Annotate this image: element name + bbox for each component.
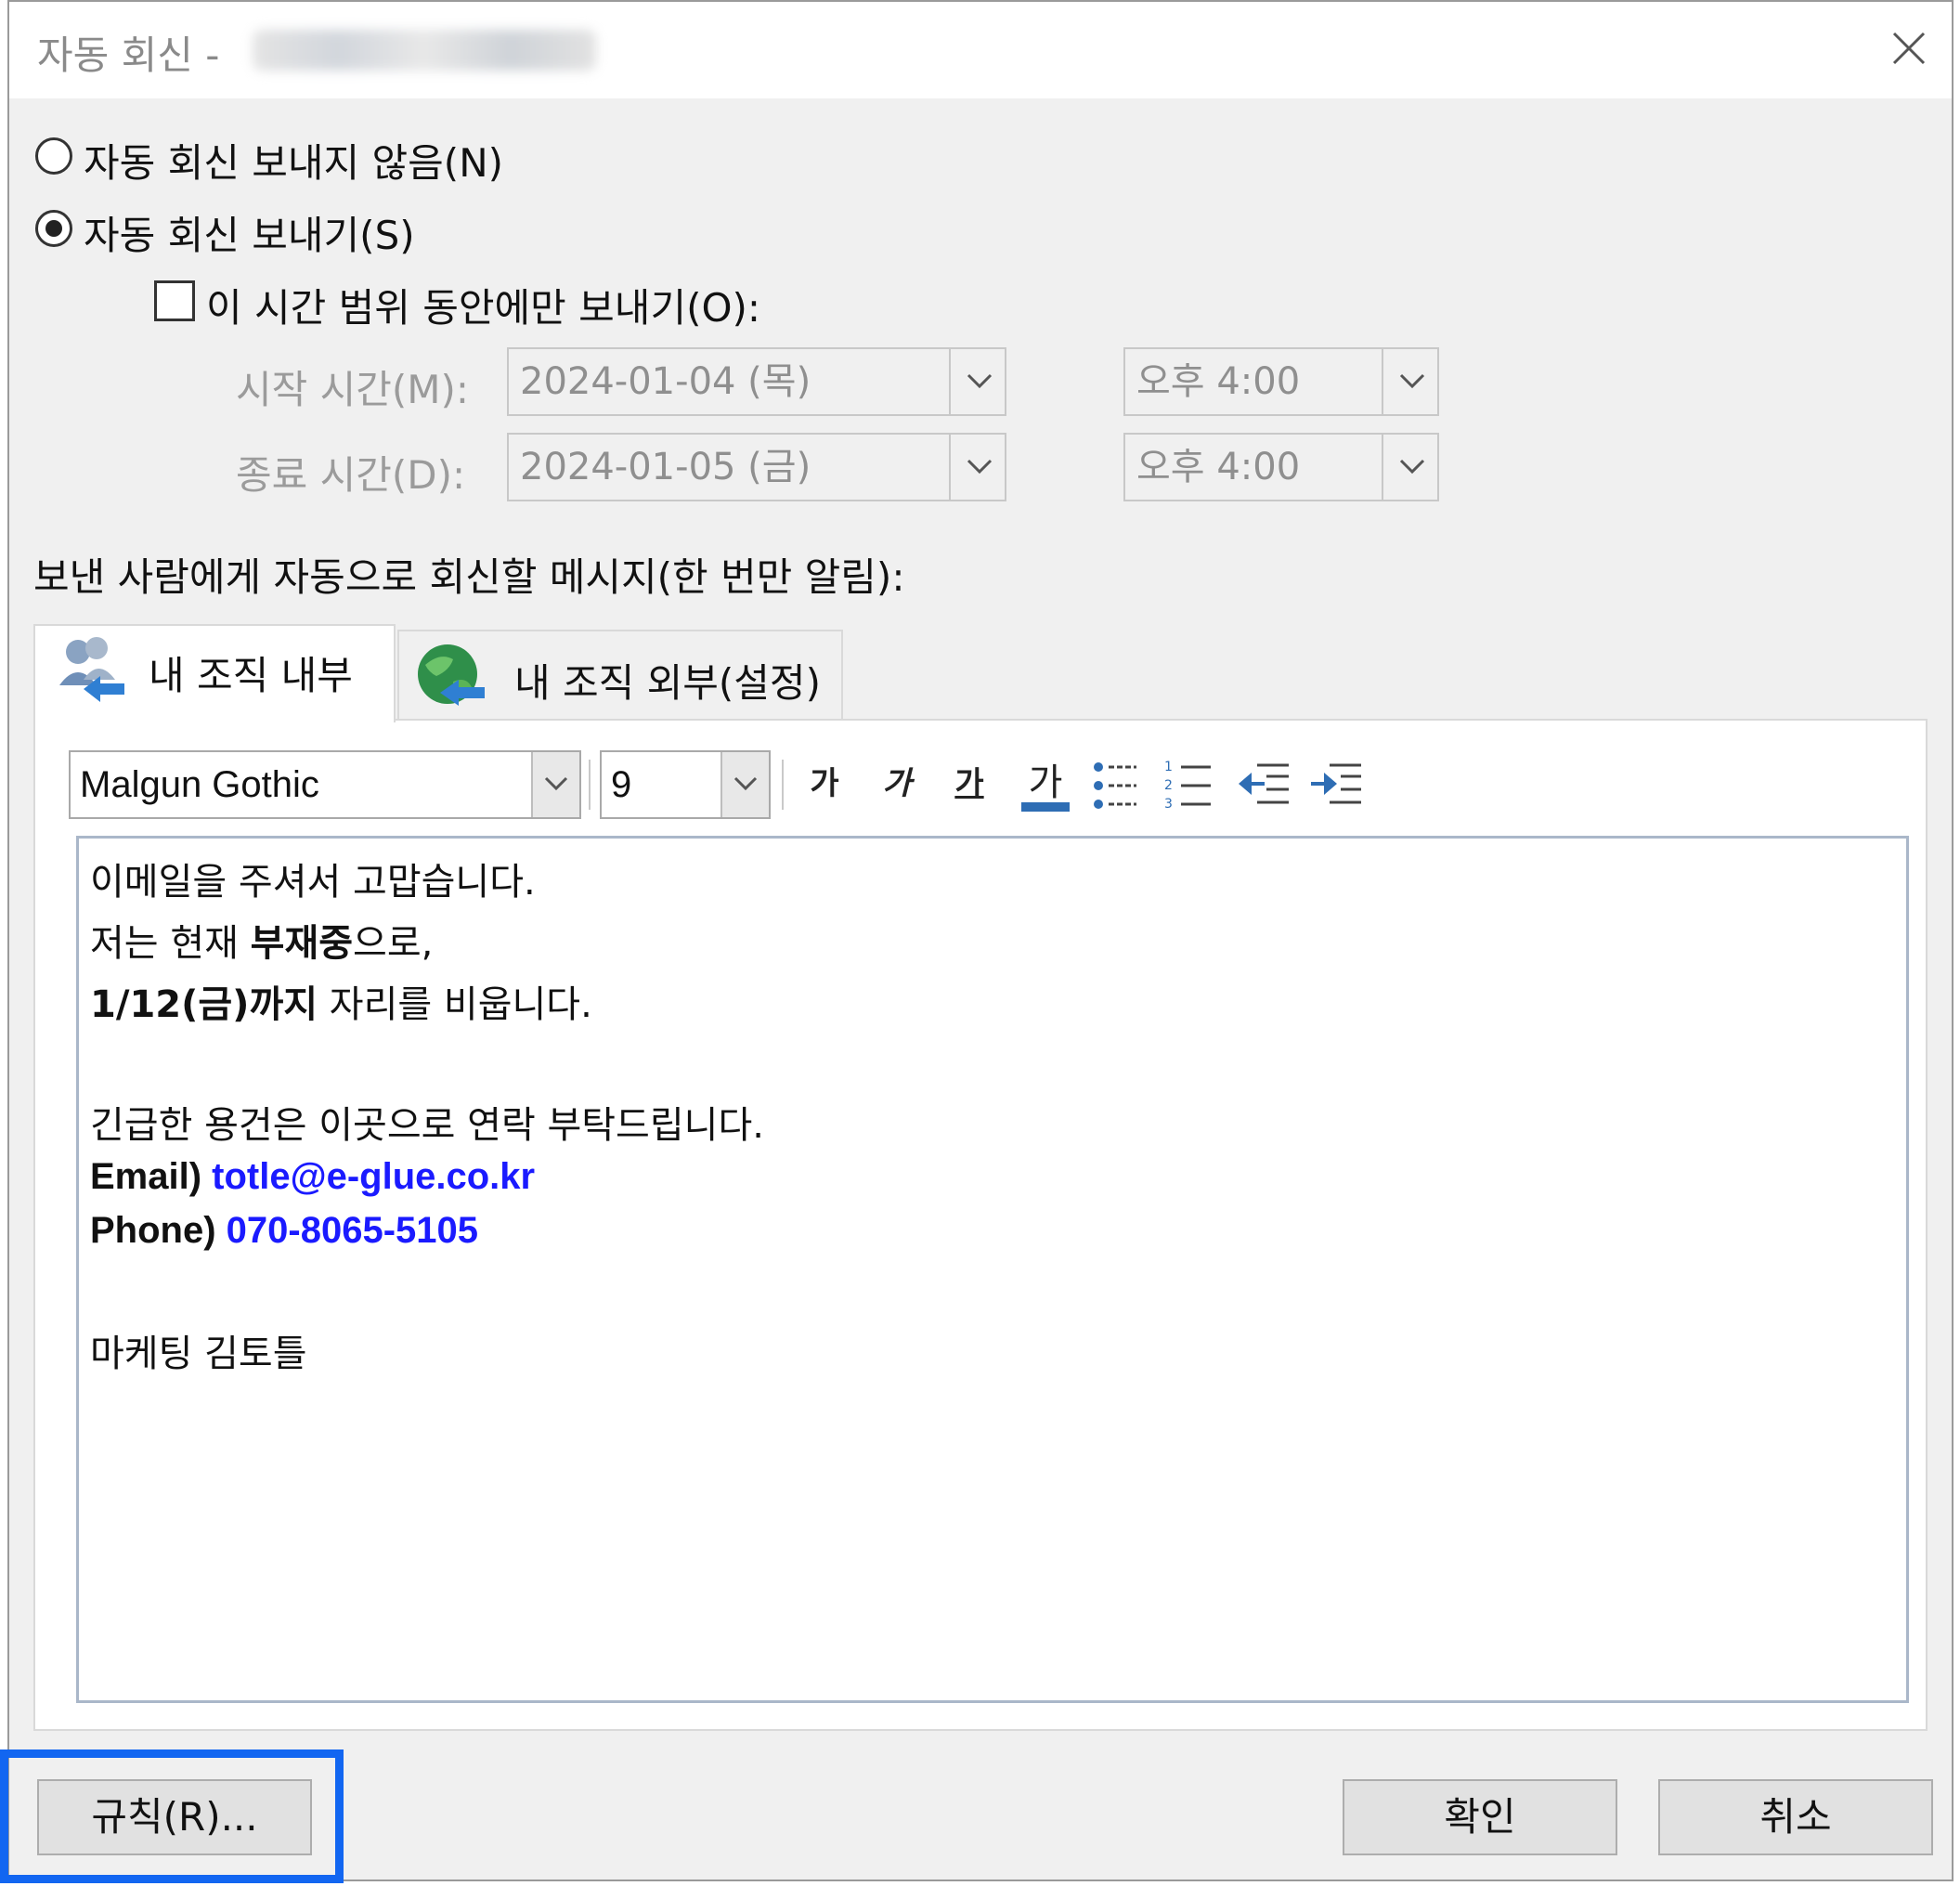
phone-link[interactable]: 070-8065-5105 [227,1210,478,1251]
message-line: 1/12(금)까지 자리를 비웁니다. [90,983,592,1026]
toolbar-separator [589,760,591,810]
message-phone-line: Phone) 070-8065-5105 [90,1210,479,1251]
cancel-button[interactable]: 취소 [1658,1779,1933,1855]
tab-inside-organization[interactable]: 내 조직 내부 [33,624,396,722]
internal-people-icon [59,637,124,702]
radio-no-auto-reply[interactable] [35,137,72,175]
svg-text:1: 1 [1164,760,1173,774]
window-title: 자동 회신 - [37,33,220,78]
chevron-down-icon [1399,459,1425,475]
font-size-value: 9 [611,764,632,805]
auto-reply-dialog: 자동 회신 - 자동 회신 보내지 않음(N) 자동 회신 보내기(S) 이 시… [7,0,1954,1881]
font-color-glyph: 가 [1028,761,1063,804]
tab-outside-label: 내 조직 외부(설정) [514,660,821,706]
font-size-dropdown[interactable] [720,752,769,817]
end-date-dropdown[interactable] [949,433,1006,501]
close-button[interactable] [1879,19,1939,78]
time-range-label[interactable]: 이 시간 범위 동안에만 보내기(O): [206,277,760,333]
message-line: 이메일을 주셔서 고맙습니다. [90,861,536,904]
chevron-down-icon [1399,373,1425,389]
font-family-dropdown[interactable] [531,752,579,817]
numbered-list-icon[interactable]: 1 2 3 [1164,758,1214,813]
radio-send-auto-reply[interactable] [35,210,72,247]
radio-selected-dot [45,220,62,237]
increase-indent-icon[interactable] [1309,761,1363,808]
end-date-field[interactable]: 2024-01-05 (금) [507,433,951,501]
send-auto-reply-label[interactable]: 자동 회신 보내기(S) [84,204,415,261]
font-family-value: Malgun Gothic [80,764,319,805]
ok-button[interactable]: 확인 [1343,1779,1617,1855]
message-email-line: Email) totle@e-glue.co.kr [90,1156,536,1197]
end-time-dropdown[interactable] [1382,433,1439,501]
font-color-button[interactable]: 가 [1018,752,1073,813]
message-signature: 마케팅 김토틀 [90,1333,307,1375]
bold-button[interactable]: 가 [797,756,852,812]
bullet-list-icon[interactable] [1092,760,1140,812]
blurred-account-name [253,30,596,71]
start-time-field[interactable]: 오후 4:00 [1123,347,1383,416]
font-color-bar [1021,802,1070,812]
message-line: 긴급한 용건은 이곳으로 연락 부탁드립니다. [90,1104,764,1147]
italic-button[interactable]: 가 [869,756,925,812]
font-size-combo[interactable]: 9 [600,750,771,819]
title-bar: 자동 회신 - [9,2,1952,98]
chevron-down-icon [967,373,993,389]
email-link[interactable]: totle@e-glue.co.kr [212,1156,535,1197]
message-section-label: 보낸 사람에게 자동으로 회신할 메시지(한 번만 알림): [33,554,905,600]
font-family-combo[interactable]: Malgun Gothic [69,750,581,819]
start-time-dropdown[interactable] [1382,347,1439,416]
start-date-field[interactable]: 2024-01-04 (목) [507,347,951,416]
svg-text:2: 2 [1164,778,1173,793]
chevron-down-icon [733,776,758,791]
chevron-down-icon [967,459,993,475]
time-range-checkbox[interactable] [154,280,195,321]
toolbar-separator [782,760,784,810]
underline-button[interactable]: 가 [941,756,997,812]
chevron-down-icon [544,776,568,791]
tab-outside-organization[interactable]: 내 조직 외부(설정) [397,630,843,721]
start-date-dropdown[interactable] [949,347,1006,416]
close-icon [1892,32,1926,65]
end-time-field[interactable]: 오후 4:00 [1123,433,1383,501]
end-time-label: 종료 시간(D): [236,452,466,498]
rules-button-highlight [0,1749,344,1883]
message-editor[interactable]: 이메일을 주셔서 고맙습니다. 저는 현재 부재중으로, 1/12(금)까지 자… [76,836,1909,1703]
tab-inside-label: 내 조직 내부 [149,653,353,698]
message-line: 저는 현재 부재중으로, [90,922,434,965]
globe-icon [418,644,485,706]
no-auto-reply-label[interactable]: 자동 회신 보내지 않음(N) [84,132,503,189]
start-time-label: 시작 시간(M): [236,367,470,412]
decrease-indent-icon[interactable] [1237,761,1291,808]
svg-text:3: 3 [1164,797,1173,812]
